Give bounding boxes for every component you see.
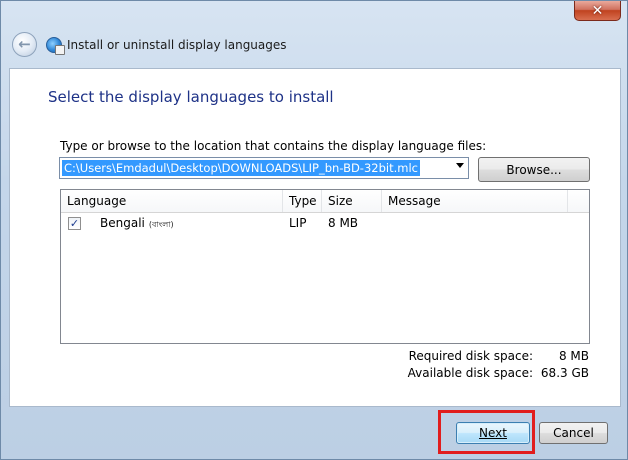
available-space-value: 68.3 GB bbox=[540, 366, 589, 380]
path-combobox[interactable]: C:\Users\Emdadul\Desktop\DOWNLOADS\LIP_b… bbox=[59, 157, 469, 179]
back-button[interactable]: ← bbox=[12, 32, 37, 57]
cancel-button[interactable]: Cancel bbox=[539, 422, 608, 444]
globe-language-icon bbox=[46, 37, 65, 55]
back-arrow-icon: ← bbox=[18, 34, 31, 53]
close-icon: ✕ bbox=[591, 2, 604, 19]
list-header: Language Type Size Message bbox=[61, 190, 589, 213]
column-header-type[interactable]: Type bbox=[283, 190, 322, 212]
next-button[interactable]: Next bbox=[456, 422, 530, 444]
list-item[interactable]: ✓ Bengali (বাংলা) LIP 8 MB bbox=[61, 214, 589, 234]
dropdown-arrow-icon[interactable] bbox=[456, 163, 464, 168]
close-button[interactable]: ✕ bbox=[574, 1, 621, 21]
required-space-value: 8 MB bbox=[558, 349, 589, 363]
language-checkbox[interactable]: ✓ bbox=[68, 217, 81, 230]
column-header-language[interactable]: Language bbox=[61, 190, 283, 212]
language-name: Bengali bbox=[100, 216, 145, 230]
column-header-message[interactable]: Message bbox=[382, 190, 568, 212]
size-cell: 8 MB bbox=[328, 216, 359, 230]
column-header-size[interactable]: Size bbox=[322, 190, 382, 212]
window-title: Install or uninstall display languages bbox=[67, 38, 287, 52]
dialog-window: ✕ ← Install or uninstall display languag… bbox=[0, 0, 628, 460]
content-panel: Select the display languages to install … bbox=[9, 68, 621, 407]
language-native-name: (বাংলা) bbox=[148, 220, 174, 229]
path-label: Type or browse to the location that cont… bbox=[60, 139, 487, 153]
check-mark-icon: ✓ bbox=[69, 217, 80, 230]
language-list[interactable]: Language Type Size Message ✓ Bengali (বাং… bbox=[60, 189, 590, 344]
type-cell: LIP bbox=[289, 216, 307, 230]
required-space-label: Required disk space: bbox=[408, 349, 533, 363]
available-space-label: Available disk space: bbox=[407, 366, 533, 380]
page-heading: Select the display languages to install bbox=[48, 88, 334, 106]
path-value[interactable]: C:\Users\Emdadul\Desktop\DOWNLOADS\LIP_b… bbox=[62, 160, 420, 176]
browse-button[interactable]: Browse... bbox=[478, 157, 590, 182]
language-cell: Bengali (বাংলা) bbox=[100, 216, 174, 232]
next-label: Next bbox=[479, 426, 507, 440]
